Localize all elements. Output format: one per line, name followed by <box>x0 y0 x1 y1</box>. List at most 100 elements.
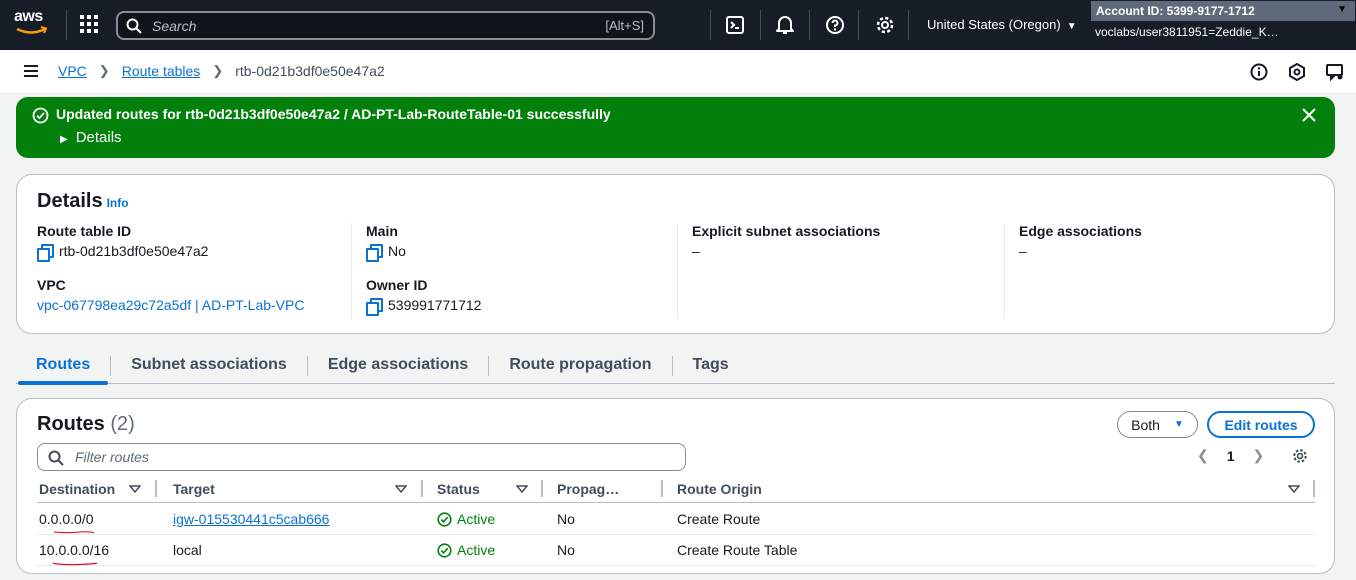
aws-logo[interactable]: aws <box>14 9 50 39</box>
services-grid-icon[interactable] <box>80 15 98 33</box>
column-divider[interactable] <box>155 480 157 497</box>
owner-id-value: 539991771712 <box>388 297 482 313</box>
route-type-value: Both <box>1131 416 1160 433</box>
sort-caret-icon[interactable] <box>395 484 407 494</box>
chevron-right-icon: ❯ <box>98 63 110 78</box>
edge-associations-label: Edge associations <box>1019 223 1142 239</box>
help-icon[interactable] <box>824 14 846 36</box>
search-input[interactable]: Search [Alt+S] <box>116 11 655 40</box>
column-divider[interactable] <box>421 480 423 497</box>
route-table-id-value: rtb-0d21b3df0e50e47a2 <box>59 243 209 259</box>
filter-routes-input[interactable]: Filter routes <box>37 443 686 471</box>
routes-count: (2) <box>110 413 135 435</box>
info-icon[interactable] <box>1249 62 1269 82</box>
column-divider[interactable] <box>1313 480 1315 497</box>
feedback-icon[interactable] <box>1325 62 1345 82</box>
search-shortcut: [Alt+S] <box>605 18 644 33</box>
status-active-icon <box>437 511 452 527</box>
column-route-origin[interactable]: Route Origin <box>677 481 762 497</box>
flash-details-toggle[interactable]: ▶ Details <box>60 129 122 146</box>
main-label: Main <box>366 223 398 239</box>
column-propagated[interactable]: Propag… <box>557 481 619 497</box>
caret-right-icon: ▶ <box>60 134 68 145</box>
chevron-left-icon[interactable]: ❮ <box>1197 447 1209 464</box>
column-divider[interactable] <box>541 480 543 497</box>
tab-route-propagation[interactable]: Route propagation <box>489 350 671 384</box>
destination-cell: 10.0.0.0/16 <box>39 542 110 558</box>
details-column: Explicit subnet associations – <box>677 223 1005 319</box>
copy-icon[interactable] <box>366 244 383 262</box>
copy-icon[interactable] <box>37 244 54 262</box>
status-cell: Active <box>437 511 495 527</box>
nav-divider <box>760 10 761 40</box>
user-name[interactable]: voclabs/user3811951=Zeddie_K… <box>1095 25 1355 39</box>
owner-id-label: Owner ID <box>366 277 428 293</box>
edit-routes-button[interactable]: Edit routes <box>1207 411 1315 438</box>
cloudshell-icon[interactable] <box>725 14 747 36</box>
settings-gear-icon[interactable] <box>874 14 896 36</box>
details-column: Route table ID rtb-0d21b3df0e50e47a2 VPC… <box>37 223 357 319</box>
routes-title: Routes <box>37 413 105 435</box>
column-destination[interactable]: Destination <box>39 481 115 497</box>
route-type-select[interactable]: Both ▼ <box>1117 411 1198 438</box>
caret-down-icon: ▼ <box>1337 4 1347 15</box>
vpc-link[interactable]: vpc-067798ea29c72a5df | AD-PT-Lab-VPC <box>37 297 304 313</box>
propagated-cell: No <box>557 511 575 527</box>
nav-divider <box>908 10 909 40</box>
route-table-id-label: Route table ID <box>37 223 132 239</box>
target-cell: local <box>173 542 202 558</box>
tab-tags[interactable]: Tags <box>673 350 749 384</box>
status-active-icon <box>437 542 452 558</box>
main-value: No <box>388 243 406 259</box>
tab-edge-associations[interactable]: Edge associations <box>308 350 489 384</box>
tab-bar: Routes Subnet associations Edge associat… <box>16 350 1335 385</box>
target-link[interactable]: igw-015530441c5cab666 <box>173 511 329 527</box>
vpc-label: VPC <box>37 277 66 293</box>
menu-hamburger-icon[interactable] <box>24 65 38 77</box>
search-icon <box>48 450 64 466</box>
caret-down-icon: ▼ <box>1173 419 1184 430</box>
breadcrumb-vpc[interactable]: VPC <box>58 63 87 79</box>
success-flash-banner: Updated routes for rtb-0d21b3df0e50e47a2… <box>16 97 1335 158</box>
flash-details-label: Details <box>75 129 122 146</box>
sort-caret-icon[interactable] <box>516 484 528 494</box>
region-label: United States (Oregon) <box>927 17 1061 32</box>
sort-caret-icon[interactable] <box>1288 484 1300 494</box>
success-check-icon <box>32 107 49 124</box>
tab-routes[interactable]: Routes <box>16 350 110 385</box>
info-link[interactable]: Info <box>107 196 129 210</box>
account-id-menu[interactable]: Account ID: 5399-9177-1712 ▼ <box>1091 1 1355 21</box>
region-selector[interactable]: United States (Oregon) ▼ <box>927 17 1077 32</box>
nav-divider <box>710 10 711 40</box>
page-number[interactable]: 1 <box>1227 448 1235 464</box>
table-row[interactable]: 0.0.0.0/0 igw-015530441c5cab666 Active N… <box>37 504 1315 535</box>
table-header: Destination Target Status Propag… Route … <box>37 479 1315 503</box>
sort-caret-icon[interactable] <box>129 484 141 494</box>
chevron-right-icon[interactable]: ❯ <box>1253 447 1265 464</box>
explicit-subnet-associations-value: – <box>692 243 700 259</box>
edge-associations-value: – <box>1019 243 1027 259</box>
flash-message: Updated routes for rtb-0d21b3df0e50e47a2… <box>56 106 611 122</box>
status-cell: Active <box>437 542 495 558</box>
column-divider[interactable] <box>661 480 663 497</box>
breadcrumb-route-tables[interactable]: Route tables <box>122 63 201 79</box>
status-label: Active <box>457 542 496 558</box>
tab-subnet-associations[interactable]: Subnet associations <box>111 350 307 384</box>
nav-divider <box>809 10 810 40</box>
column-status[interactable]: Status <box>437 481 480 497</box>
caret-down-icon: ▼ <box>1066 21 1077 32</box>
search-placeholder: Search <box>152 18 197 34</box>
close-icon[interactable] <box>1301 107 1317 123</box>
table-preferences-gear-icon[interactable] <box>1291 447 1309 465</box>
breadcrumb-bar: VPC ❯ Route tables ❯ rtb-0d21b3df0e50e47… <box>0 50 1356 94</box>
copy-icon[interactable] <box>366 298 383 316</box>
column-target[interactable]: Target <box>173 481 215 497</box>
table-row[interactable]: 10.0.0.0/16 local Active No Create Route… <box>37 535 1315 566</box>
security-shield-icon[interactable] <box>1287 62 1307 82</box>
account-id: Account ID: 5399-9177-1712 <box>1096 4 1255 18</box>
notifications-bell-icon[interactable] <box>774 14 796 36</box>
routes-heading: Routes (2) <box>37 413 135 436</box>
nav-divider <box>858 10 859 40</box>
propagated-cell: No <box>557 542 575 558</box>
status-label: Active <box>457 511 496 527</box>
